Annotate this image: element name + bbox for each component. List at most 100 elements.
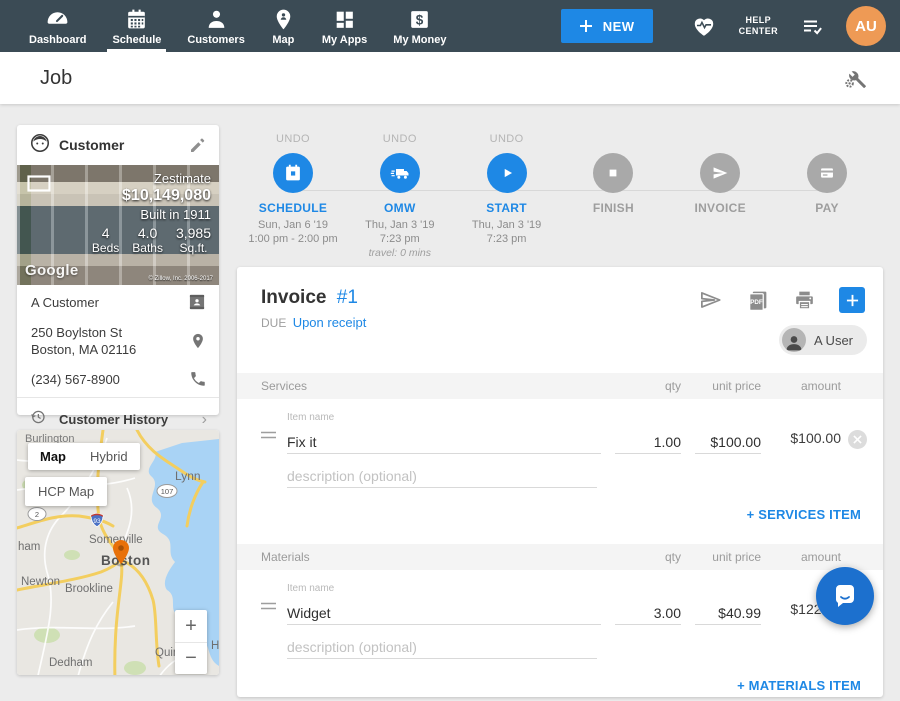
- invoice-title: Invoice: [261, 287, 326, 308]
- step-label: FINISH: [593, 201, 634, 215]
- step-pay: PAY: [775, 133, 879, 260]
- print-icon[interactable]: [792, 288, 817, 313]
- step-label: SCHEDULE: [259, 201, 327, 215]
- add-materials-item-link[interactable]: + MATERIALS ITEM: [737, 678, 861, 693]
- map-pin-icon: [271, 6, 296, 32]
- send-invoice-icon[interactable]: [697, 287, 723, 313]
- dashboard-icon: [45, 6, 70, 32]
- user-avatar[interactable]: AU: [846, 6, 886, 46]
- step-time: 7:23 pm: [487, 233, 527, 245]
- schedule-icon: [124, 6, 149, 32]
- undo-omw-link[interactable]: UNDO: [383, 133, 417, 153]
- zoom-out-button[interactable]: −: [175, 642, 207, 674]
- new-button[interactable]: NEW: [561, 9, 653, 43]
- step-omw: UNDO OMW Thu, Jan 3 '197:23 pmtravel: 0 …: [348, 133, 452, 260]
- route-2-number: 2: [35, 510, 39, 519]
- nav-tab-my-money[interactable]: $ My Money: [380, 0, 459, 52]
- step-label: PAY: [815, 201, 839, 215]
- map-type-map-button[interactable]: Map: [28, 443, 78, 470]
- service-amount: $100.00: [761, 430, 841, 454]
- step-label: OMW: [384, 201, 416, 215]
- money-icon: $: [407, 6, 432, 32]
- start-play-icon[interactable]: [487, 153, 527, 193]
- pdf-icon-label: PDF: [750, 299, 763, 306]
- user-silhouette-icon: [782, 328, 806, 352]
- route-107-number: 107: [161, 487, 174, 496]
- history-clock-icon: [29, 408, 47, 431]
- material-unit-price-input[interactable]: [695, 601, 761, 625]
- material-item-name-input[interactable]: [287, 601, 601, 625]
- customer-card-title: Customer: [59, 137, 124, 153]
- step-start: UNDO START Thu, Jan 3 '197:23 pm: [455, 133, 559, 260]
- hcp-map-button[interactable]: HCP Map: [25, 477, 107, 506]
- zillow-copyright: © Zillow, Inc. 2006-2017: [149, 276, 213, 282]
- map-zoom-control: + −: [175, 610, 207, 674]
- sqft-label: Sq.ft.: [176, 241, 211, 255]
- map-label-newton: Newton: [21, 576, 60, 588]
- material-description-input[interactable]: [287, 635, 597, 659]
- baths-value: 4.0: [132, 225, 163, 241]
- item-name-label: Item name: [287, 412, 601, 423]
- map-label-lynn: Lynn: [175, 469, 201, 483]
- chat-bubble-icon: [830, 581, 860, 611]
- new-button-label: NEW: [603, 19, 635, 34]
- customer-phone: (234) 567-8900: [31, 371, 120, 388]
- invoice-number-link[interactable]: #1: [337, 287, 358, 308]
- nav-tab-dashboard[interactable]: Dashboard: [16, 0, 99, 52]
- unit-price-column-header: unit price: [681, 550, 761, 564]
- help-center-link[interactable]: HELP CENTER: [739, 15, 778, 37]
- zestimate-label: Zestimate: [79, 171, 211, 186]
- chat-widget-button[interactable]: [816, 567, 874, 625]
- nav-tab-customers[interactable]: Customers: [174, 0, 257, 52]
- service-qty-input[interactable]: [615, 430, 681, 454]
- delete-item-button[interactable]: [848, 430, 867, 449]
- step-date: Sun, Jan 6 '19: [258, 219, 328, 231]
- tasks-checklist-icon[interactable]: [800, 14, 824, 38]
- service-description-input[interactable]: [287, 464, 597, 488]
- beds-value: 4: [92, 225, 119, 241]
- services-header-band: Services qty unit price amount: [237, 373, 883, 399]
- add-services-item-link[interactable]: + SERVICES ITEM: [747, 507, 861, 522]
- plus-icon: [579, 19, 593, 33]
- schedule-step-icon[interactable]: [273, 153, 313, 193]
- map-label-brookline: Brookline: [65, 583, 113, 595]
- assigned-user-chip[interactable]: A User: [779, 325, 867, 355]
- finish-stop-icon[interactable]: [593, 153, 633, 193]
- zoom-in-button[interactable]: +: [175, 610, 207, 642]
- map-type-buttons: Map Hybrid: [28, 443, 140, 470]
- qty-column-header: qty: [601, 550, 681, 564]
- omw-truck-icon[interactable]: [380, 153, 420, 193]
- map-type-hybrid-button[interactable]: Hybrid: [78, 443, 140, 470]
- contact-card-icon[interactable]: [187, 292, 207, 312]
- service-item-name-input[interactable]: [287, 430, 601, 454]
- material-qty-input[interactable]: [615, 601, 681, 625]
- nav-tab-label: Customers: [187, 34, 244, 46]
- pay-card-icon[interactable]: [807, 153, 847, 193]
- sqft-value: 3,985: [176, 225, 211, 241]
- undo-start-link[interactable]: UNDO: [490, 133, 524, 153]
- due-value-link[interactable]: Upon receipt: [293, 315, 367, 330]
- phone-icon[interactable]: [189, 370, 207, 388]
- map-label-waltham: ham: [18, 541, 40, 553]
- service-unit-price-input[interactable]: [695, 430, 761, 454]
- pdf-icon[interactable]: PDF: [745, 288, 770, 313]
- add-invoice-item-button[interactable]: [839, 287, 865, 313]
- edit-pencil-icon[interactable]: [188, 136, 207, 155]
- customer-card-header: Customer: [17, 125, 219, 165]
- expand-photo-icon[interactable]: [27, 175, 51, 197]
- nav-tab-map[interactable]: Map: [258, 0, 309, 52]
- step-schedule: UNDO SCHEDULE Sun, Jan 6 '191:00 pm - 2:…: [241, 133, 345, 260]
- health-heart-icon[interactable]: [691, 13, 717, 39]
- customer-history-label: Customer History: [59, 412, 168, 427]
- nav-tab-my-apps[interactable]: My Apps: [309, 0, 380, 52]
- job-tools-icon[interactable]: [842, 65, 868, 91]
- location-pin-icon[interactable]: [189, 332, 207, 350]
- drag-handle-icon[interactable]: [261, 427, 287, 454]
- undo-schedule-link[interactable]: UNDO: [276, 133, 310, 153]
- nav-tab-schedule[interactable]: Schedule: [99, 0, 174, 52]
- amount-column-header: amount: [761, 379, 841, 393]
- service-description-row: [237, 454, 883, 488]
- invoice-send-icon[interactable]: [700, 153, 740, 193]
- drag-handle-icon[interactable]: [261, 598, 287, 625]
- nav-tabs: Dashboard Schedule Customers Map My Apps: [0, 0, 459, 52]
